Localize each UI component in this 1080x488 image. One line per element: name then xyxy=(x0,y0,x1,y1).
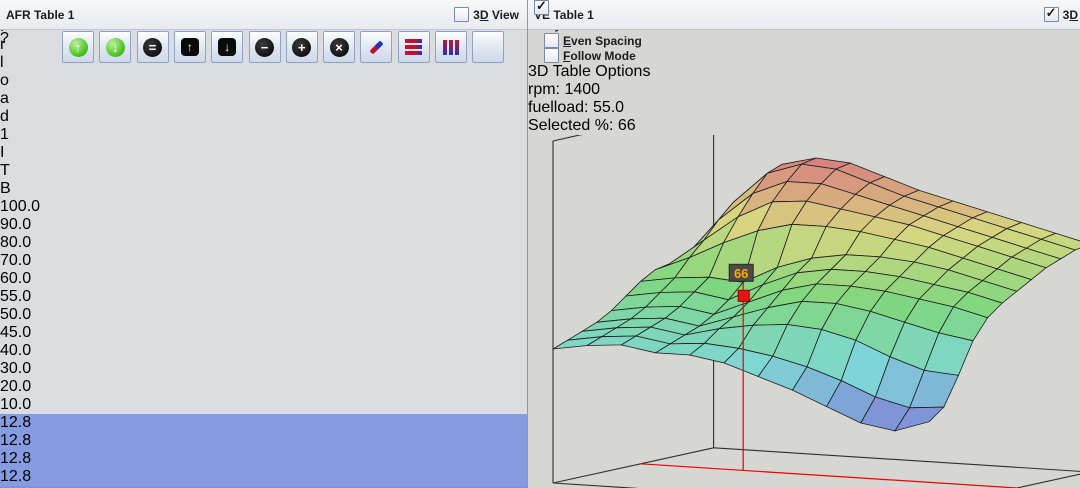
y-axis-cell[interactable]: 100.0 xyxy=(0,198,527,216)
color-shade-checkbox[interactable] xyxy=(534,0,549,15)
afr-value-grid: 12.812.812.812.812.712.612.612.612.612.6… xyxy=(0,414,527,488)
increase-icon: + xyxy=(292,38,311,57)
ve-table-panel: VE Table 1 3D Color Shade Gray Color The… xyxy=(528,0,1080,488)
y-axis-column: 100.090.080.070.060.055.050.045.040.030.… xyxy=(0,198,527,414)
gradient-block-button[interactable] xyxy=(472,31,504,63)
shift-up-icon: ↑ xyxy=(181,38,199,56)
shift-down-icon: ↓ xyxy=(218,38,236,56)
edit-pencil-icon xyxy=(369,40,383,54)
vertical-bars-button[interactable] xyxy=(435,31,467,63)
edit-pencil-button[interactable] xyxy=(360,31,392,63)
y-axis-cell[interactable]: 80.0 xyxy=(0,234,527,252)
floor-crosshair-line xyxy=(641,464,1017,488)
y-axis-cell[interactable]: 55.0 xyxy=(0,288,527,306)
afr-table-panel: AFR Table 1 3D View ? ↑↓=↑↓−+× afrload1I… xyxy=(0,0,527,488)
y-axis-cell[interactable]: 30.0 xyxy=(0,360,527,378)
bar xyxy=(443,40,447,55)
view-3d-checkbox[interactable] xyxy=(454,7,469,22)
selected-value-text: 66 xyxy=(734,266,748,281)
decrease-icon: − xyxy=(255,38,274,57)
three-d-label: 3D xyxy=(1063,8,1078,22)
even-spacing-checkbox[interactable] xyxy=(544,33,559,48)
y-axis-letter: B xyxy=(0,180,527,198)
scale-up-button[interactable]: ↑ xyxy=(62,31,94,63)
y-axis-cell[interactable]: 90.0 xyxy=(0,216,527,234)
bar xyxy=(455,40,459,55)
set-equal-icon: = xyxy=(143,38,162,57)
scale-up-icon: ↑ xyxy=(69,38,88,57)
floor-back-left-edge xyxy=(553,448,714,483)
overlay-fuelload: fuelload: 55.0 xyxy=(528,99,1080,117)
even-spacing-row: Even Spacing xyxy=(528,33,1080,48)
shift-up-button[interactable]: ↑ xyxy=(174,31,206,63)
scale-down-button[interactable]: ↓ xyxy=(99,31,131,63)
y-axis-cell[interactable]: 10.0 xyxy=(0,396,527,414)
follow-mode-checkbox[interactable] xyxy=(544,48,559,63)
y-axis-letter: d xyxy=(0,108,527,126)
horizontal-bars-button[interactable] xyxy=(398,31,430,63)
vertical-bars-icon xyxy=(443,40,459,55)
afr-table: 100.090.080.070.060.055.050.045.040.030.… xyxy=(0,198,527,488)
y-axis-letter: 1 xyxy=(0,126,527,144)
bar xyxy=(405,39,422,43)
y-axis-cell[interactable]: 50.0 xyxy=(0,306,527,324)
shift-down-button[interactable]: ↓ xyxy=(211,31,243,63)
y-axis-letter: I xyxy=(0,144,527,162)
cb-3d-row: 3D xyxy=(1044,7,1080,22)
3d-table-options-button[interactable]: 3D Table Options xyxy=(528,63,650,80)
selected-cell-marker[interactable] xyxy=(738,290,749,301)
afr-toolbar: ? ↑↓=↑↓−+× xyxy=(0,30,527,68)
view-3d-label: 3D View xyxy=(473,8,519,22)
y-axis-cell[interactable]: 70.0 xyxy=(0,252,527,270)
y-axis-cell[interactable]: 20.0 xyxy=(0,378,527,396)
ve-3d-surface-plot[interactable]: rpm: 1400 fuelload: 55.0 Selected %: 66 … xyxy=(528,81,1080,488)
floor-back-right-edge xyxy=(714,448,1080,472)
set-equal-button[interactable]: = xyxy=(137,31,169,63)
y-axis-cell[interactable]: 60.0 xyxy=(0,270,527,288)
increase-button[interactable]: + xyxy=(286,31,318,63)
horizontal-bars-icon xyxy=(405,39,422,55)
bar xyxy=(449,40,453,55)
decrease-button[interactable]: − xyxy=(249,31,281,63)
afr-panel-title: AFR Table 1 xyxy=(0,8,74,22)
three-d-checkbox[interactable] xyxy=(1044,7,1059,22)
y-axis-letter: T xyxy=(0,162,527,180)
afr-panel-header: AFR Table 1 3D View xyxy=(0,0,527,30)
y-axis-letter: a xyxy=(0,90,527,108)
overlay-selected: Selected %: 66 xyxy=(528,117,1080,135)
bar xyxy=(405,51,422,55)
box-top-edge xyxy=(553,135,714,141)
y-axis-cell[interactable]: 40.0 xyxy=(0,342,527,360)
afr-cell[interactable]: 12.8 xyxy=(0,414,527,432)
bar xyxy=(405,45,422,49)
scale-down-icon: ↓ xyxy=(106,38,125,57)
multiply-button[interactable]: × xyxy=(323,31,355,63)
ve-surface-svg: 66 xyxy=(528,135,1080,488)
floor-right-edge xyxy=(929,472,1080,488)
y-axis-cell[interactable]: 45.0 xyxy=(0,324,527,342)
even-spacing-label: Even Spacing xyxy=(563,34,642,48)
afr-cell[interactable]: 12.8 xyxy=(0,432,527,450)
follow-mode-label: Follow Mode xyxy=(563,49,636,63)
follow-mode-row: Follow Mode xyxy=(528,48,1080,63)
view-3d-checkbox-row: 3D View xyxy=(454,7,527,22)
afr-cell[interactable]: 12.8 xyxy=(0,468,527,486)
table-row: 12.812.812.812.812.712.612.612.612.612.6… xyxy=(0,414,527,488)
y-axis-letter: o xyxy=(0,72,527,90)
ve-panel-header: VE Table 1 3D xyxy=(528,0,1080,30)
floor-front-edge xyxy=(553,483,929,488)
tuner-window: AFR Table 1 3D View ? ↑↓=↑↓−+× afrload1I… xyxy=(0,0,1080,488)
overlay-rpm: rpm: 1400 xyxy=(528,81,1080,99)
multiply-icon: × xyxy=(330,38,349,57)
afr-cell[interactable]: 12.8 xyxy=(0,450,527,468)
